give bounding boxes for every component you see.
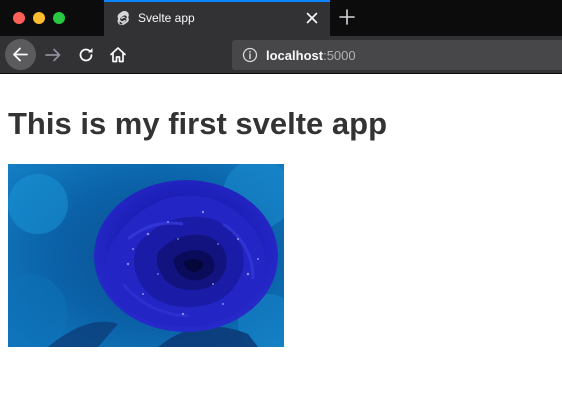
reload-icon[interactable] <box>76 45 96 65</box>
arrow-left-icon <box>13 47 28 62</box>
close-window-button[interactable] <box>13 12 25 24</box>
address-bar[interactable]: localhost:5000 <box>232 40 562 70</box>
new-tab-icon[interactable] <box>338 8 356 26</box>
navigation-toolbar: localhost:5000 <box>0 36 562 74</box>
blue-rose-image <box>8 164 284 347</box>
tab-strip: Svelte app <box>0 0 562 36</box>
url-host: localhost <box>266 48 324 63</box>
home-icon[interactable] <box>108 45 128 65</box>
info-icon[interactable] <box>242 47 258 63</box>
url-port: :5000 <box>323 48 356 63</box>
forward-icon[interactable] <box>43 45 63 65</box>
page-content: This is my first svelte app <box>0 75 562 408</box>
maximize-window-button[interactable] <box>53 12 65 24</box>
back-button[interactable] <box>5 39 36 70</box>
page-heading: This is my first svelte app <box>8 106 388 141</box>
minimize-window-button[interactable] <box>33 12 45 24</box>
url-text[interactable]: localhost:5000 <box>266 48 356 63</box>
svelte-logo-icon <box>117 11 129 26</box>
tab-svelte-app[interactable]: Svelte app <box>104 0 330 36</box>
close-tab-icon[interactable] <box>304 10 320 26</box>
tab-title: Svelte app <box>138 11 195 25</box>
